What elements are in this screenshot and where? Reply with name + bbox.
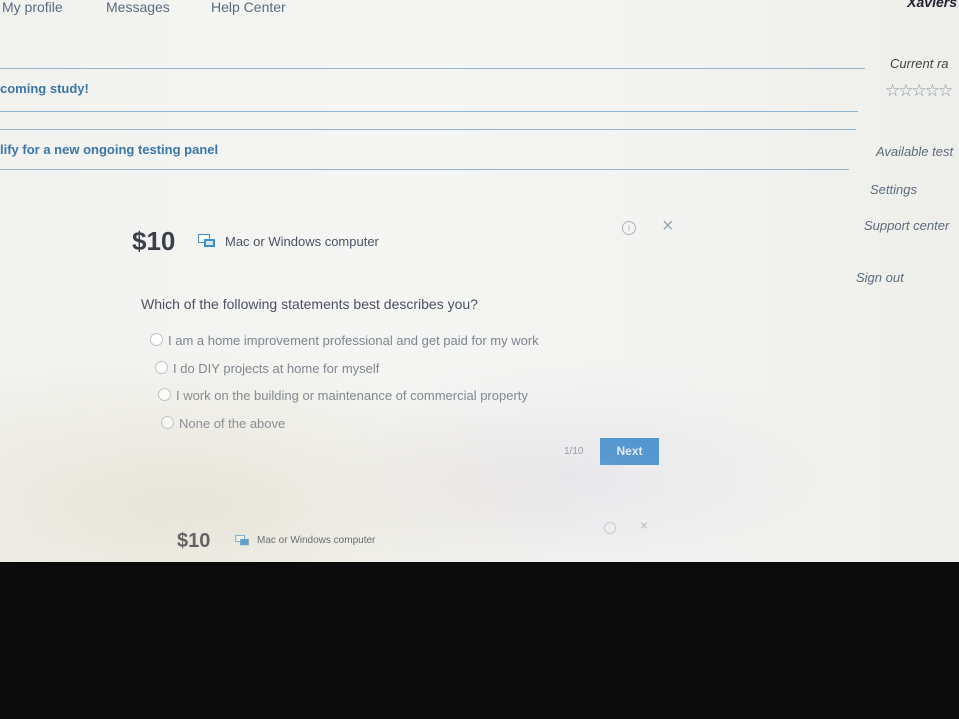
browser-screen: My profile Messages Help Center Xaviers … <box>0 0 959 562</box>
test-price-2: $10 <box>177 530 211 552</box>
option-label: I do DIY projects at home for myself <box>173 361 380 376</box>
screen-glare <box>0 0 959 562</box>
study-link-testing-panel[interactable]: lify for a new ongoing testing panel <box>0 142 218 157</box>
radio-button[interactable] <box>158 388 171 401</box>
computer-icon <box>235 535 249 546</box>
divider <box>0 111 858 112</box>
question-counter: 1/10 <box>564 446 584 457</box>
device-requirement-2: Mac or Windows computer <box>257 535 376 546</box>
computer-icon <box>198 234 215 247</box>
sidebar-item-sign-out[interactable]: Sign out <box>856 270 904 285</box>
info-icon[interactable]: i <box>622 221 636 235</box>
sidebar-item-support-center[interactable]: Support center <box>864 218 949 233</box>
device-requirement: Mac or Windows computer <box>225 234 379 249</box>
nav-my-profile[interactable]: My profile <box>2 0 63 15</box>
nav-help-center[interactable]: Help Center <box>211 0 286 15</box>
study-link-upcoming[interactable]: coming study! <box>0 81 89 96</box>
divider <box>0 169 849 170</box>
close-icon[interactable]: × <box>662 215 674 238</box>
info-icon[interactable] <box>604 522 616 534</box>
radio-button[interactable] <box>155 361 168 374</box>
current-rating-label: Current ra <box>890 56 949 71</box>
close-icon[interactable]: × <box>640 517 648 533</box>
rating-stars-icon: ☆☆☆☆☆ <box>885 81 953 100</box>
screener-question: Which of the following statements best d… <box>141 296 478 312</box>
radio-button[interactable] <box>150 333 163 346</box>
option-home-improvement-pro[interactable]: I am a home improvement professional and… <box>150 333 539 348</box>
next-button[interactable]: Next <box>600 438 659 465</box>
sidebar-item-settings[interactable]: Settings <box>870 182 917 197</box>
divider <box>0 68 865 69</box>
username[interactable]: Xaviers <box>907 0 957 10</box>
radio-button[interactable] <box>161 416 174 429</box>
option-label: I work on the building or maintenance of… <box>176 388 528 403</box>
sidebar-item-available-tests[interactable]: Available test <box>876 144 953 159</box>
top-navbar: My profile Messages Help Center Xaviers <box>0 0 959 20</box>
option-label: None of the above <box>179 416 286 431</box>
divider <box>0 129 856 130</box>
option-diy[interactable]: I do DIY projects at home for myself <box>155 361 379 376</box>
option-label: I am a home improvement professional and… <box>168 333 539 348</box>
nav-messages[interactable]: Messages <box>106 0 170 15</box>
test-price: $10 <box>132 226 176 256</box>
option-commercial-property[interactable]: I work on the building or maintenance of… <box>158 388 528 403</box>
option-none[interactable]: None of the above <box>161 416 285 431</box>
